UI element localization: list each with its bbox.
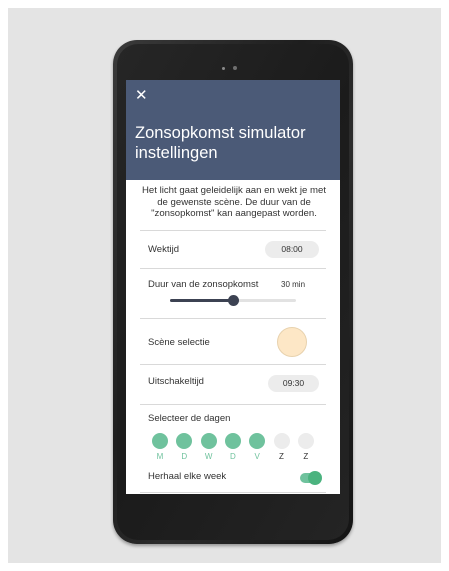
day-dot[interactable] [297,433,314,449]
day-dot[interactable] [273,433,290,449]
wake-time-label: Wektijd [148,244,179,255]
day-dot[interactable] [224,433,241,449]
day-dot[interactable] [176,433,193,449]
divider [140,492,326,493]
sunrise-duration-value: 30 min [281,280,306,289]
close-icon[interactable]: ✕ [135,88,148,104]
day-toggle[interactable]: W [200,433,217,461]
day-letter: W [204,452,213,461]
day-toggle[interactable]: D [224,433,241,461]
divider [140,404,326,405]
day-toggle[interactable]: D [176,433,193,461]
slider-handle[interactable] [228,295,239,306]
page-title: Zonsopkomst simulator instellingen [135,124,306,162]
day-letter: D [230,452,236,461]
scene-selection-label: Scène selectie [148,337,210,348]
header: ✕ Zonsopkomst simulator instellingen [126,80,340,180]
divider [140,364,326,365]
repeat-weekly-label: Herhaal elke week [148,471,227,482]
toggle-knob [308,471,322,485]
day-letter: M [156,452,164,461]
day-letter: D [181,452,188,461]
day-dot[interactable] [152,433,168,449]
description-text: Het licht gaat geleidelijk aan en wekt j… [142,185,326,219]
day-letter: Z [303,452,309,461]
sunrise-duration-label: Duur van de zonsopkomst [148,279,259,290]
day-toggle[interactable]: Z [273,433,290,461]
day-toggle[interactable]: M [152,433,168,461]
off-time-label: Uitschakeltijd [148,376,204,387]
repeat-weekly-toggle[interactable] [300,471,322,485]
divider [140,230,326,231]
slider-fill [170,299,233,302]
divider [140,268,326,269]
day-dot[interactable] [249,433,266,449]
camera-icon [233,66,237,70]
select-days-label: Selecteer de dagen [148,413,231,424]
sunrise-duration-slider[interactable] [170,295,296,306]
divider [140,318,326,319]
scene-color-swatch[interactable] [277,327,307,357]
day-dot[interactable] [200,433,217,449]
day-letter: V [254,452,260,461]
sensor-dot [222,67,225,70]
off-time-field[interactable]: 09:30 [268,375,319,392]
day-toggle[interactable]: V [249,433,266,461]
day-toggle[interactable]: Z [297,433,314,461]
day-letter: Z [279,452,284,461]
wake-time-field[interactable]: 08:00 [265,241,319,258]
